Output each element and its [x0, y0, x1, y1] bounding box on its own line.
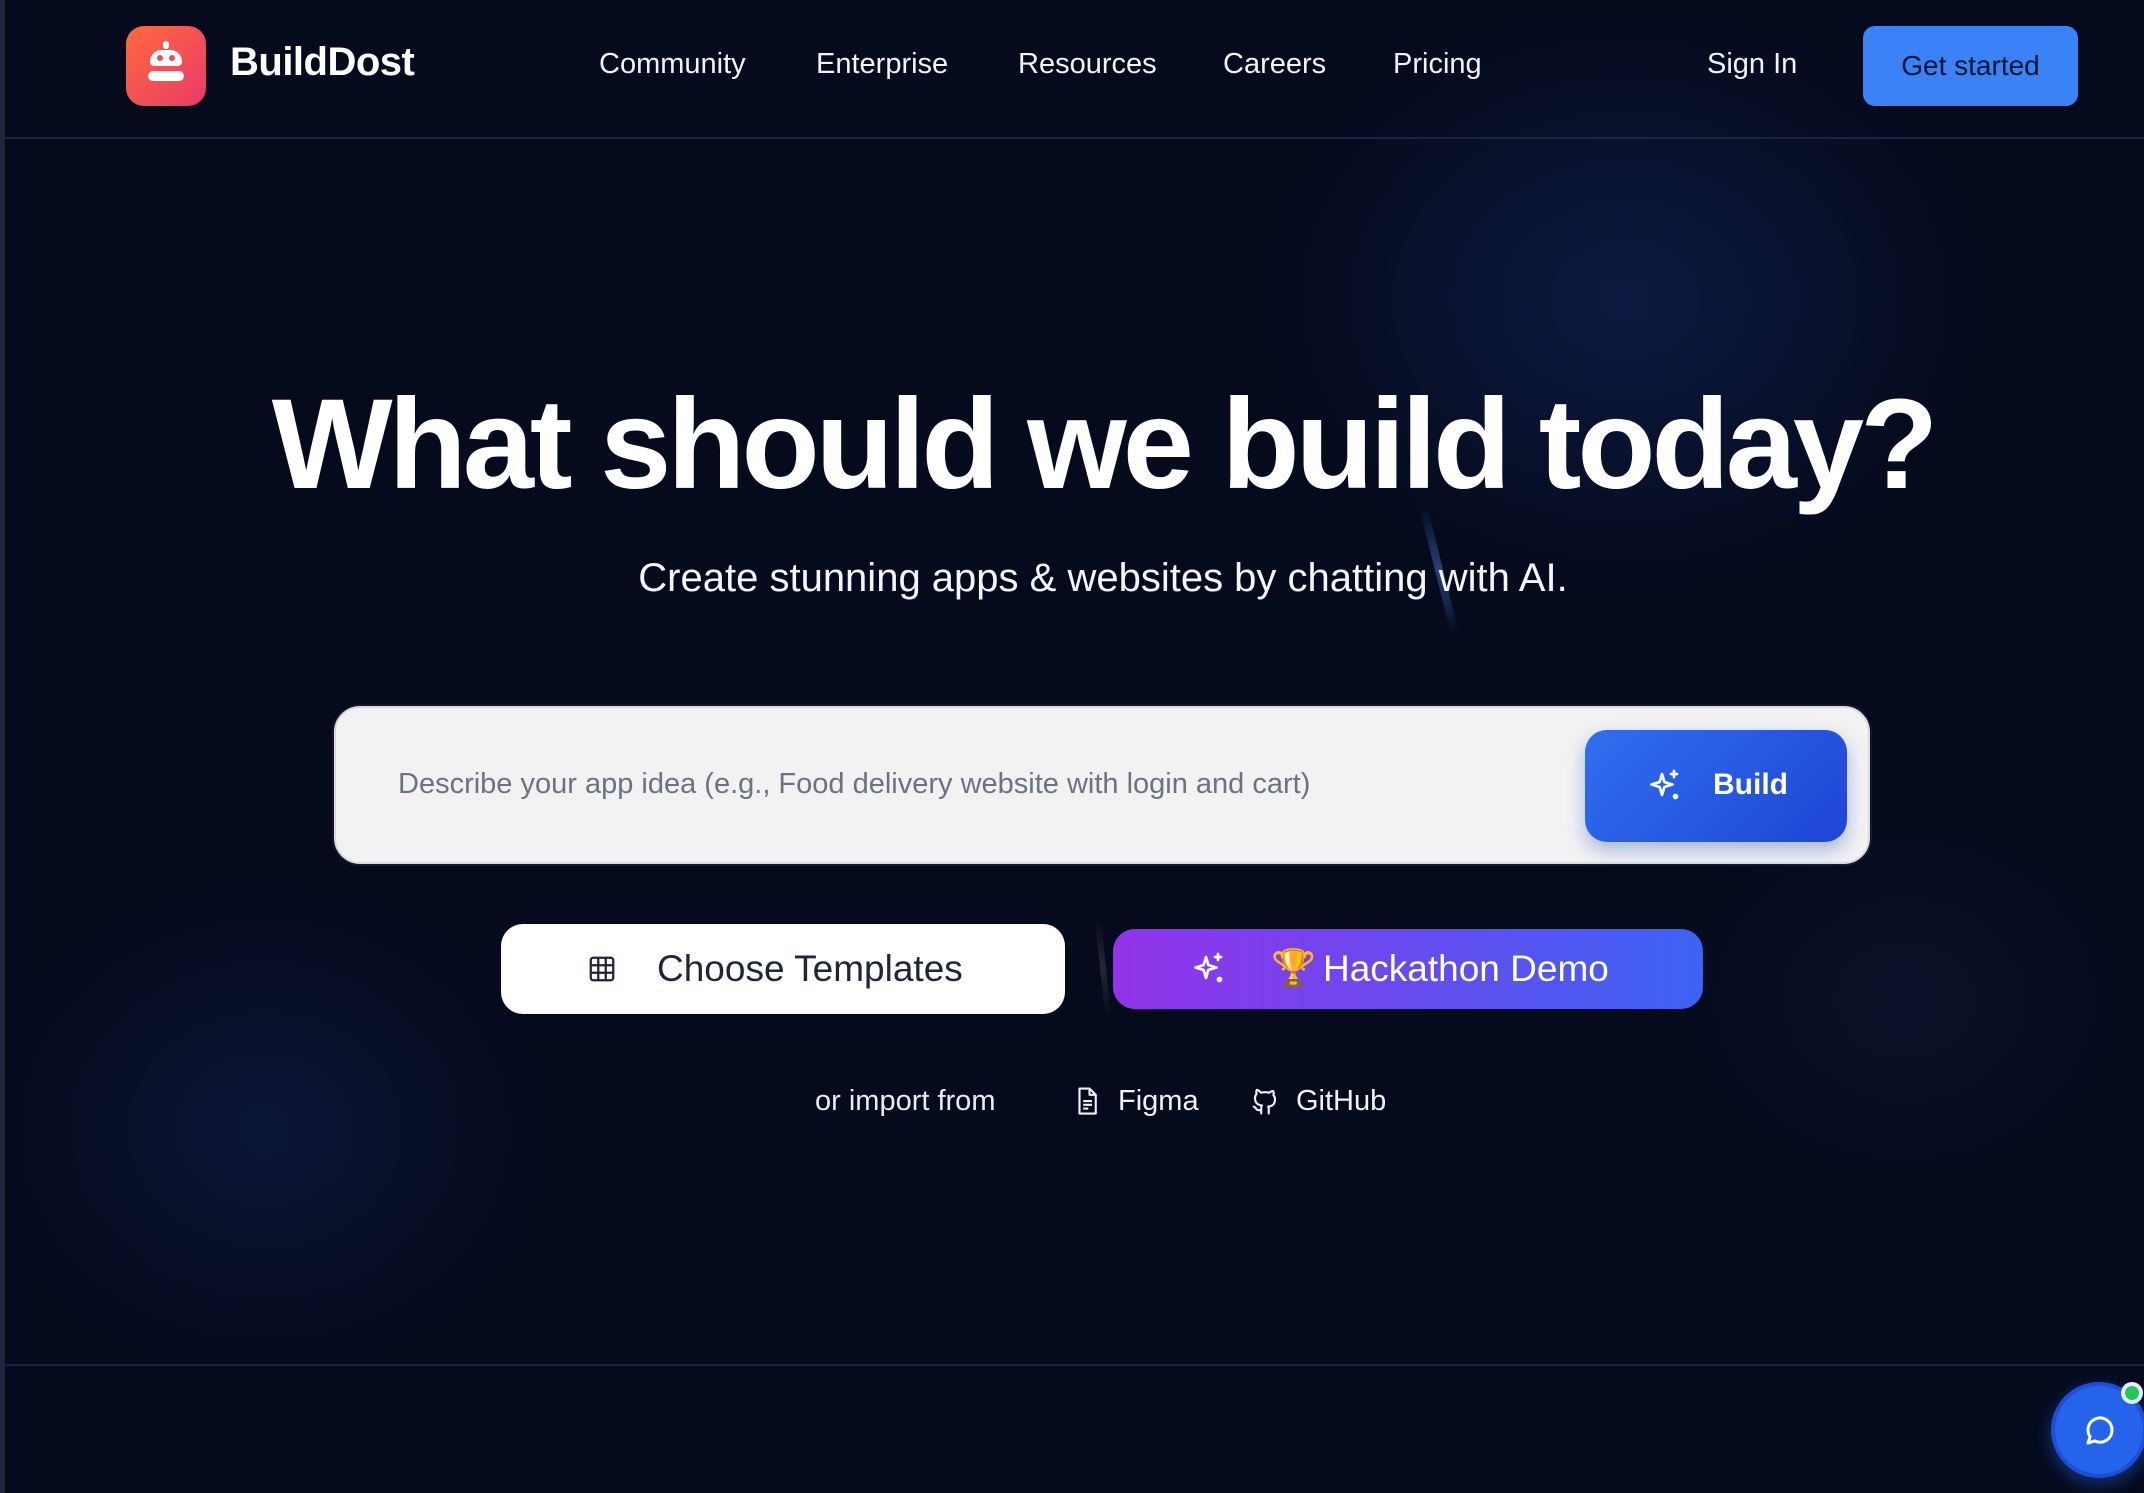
hackathon-demo-label: Hackathon Demo	[1323, 948, 1609, 989]
sparkles-icon	[1650, 769, 1679, 800]
chat-bubble-icon	[2086, 1416, 2114, 1445]
choose-templates-button[interactable]: Choose Templates	[501, 924, 1065, 1014]
app-idea-input[interactable]	[398, 754, 1598, 814]
decorative-streak	[1094, 917, 1112, 1019]
grid-icon	[589, 956, 615, 982]
sparkles-icon	[1194, 952, 1223, 983]
trophy-icon: 🏆	[1271, 947, 1316, 988]
choose-templates-label: Choose Templates	[657, 948, 963, 989]
import-figma-link[interactable]: Figma	[1072, 1083, 1212, 1119]
build-label: Build	[1713, 768, 1788, 801]
brand-name[interactable]: BuildDost	[230, 40, 415, 85]
online-status-dot	[2121, 1382, 2143, 1404]
file-icon	[1078, 1087, 1097, 1115]
github-icon	[1252, 1088, 1277, 1115]
nav-resources[interactable]: Resources	[1018, 48, 1157, 81]
github-label: GitHub	[1296, 1085, 1387, 1117]
import-label: or import from	[815, 1085, 996, 1117]
section-divider	[5, 1364, 2144, 1366]
top-navbar: BuildDost Community Enterprise Resources…	[5, 0, 2144, 139]
hackathon-demo-button[interactable]: 🏆 Hackathon Demo	[1113, 929, 1703, 1009]
page: BuildDost Community Enterprise Resources…	[0, 0, 2144, 1493]
robot-icon[interactable]	[126, 26, 206, 106]
prompt-box: Build	[334, 706, 1870, 864]
build-button[interactable]: Build	[1585, 730, 1847, 842]
nav-community[interactable]: Community	[599, 48, 746, 81]
sign-in-link[interactable]: Sign In	[1707, 48, 1797, 81]
nav-pricing[interactable]: Pricing	[1393, 48, 1482, 81]
nav-enterprise[interactable]: Enterprise	[816, 48, 948, 81]
figma-label: Figma	[1118, 1085, 1199, 1117]
nav-careers[interactable]: Careers	[1223, 48, 1326, 81]
hero-subtitle: Create stunning apps & websites by chatt…	[638, 556, 1568, 600]
hero-title: What should we build today?	[271, 373, 1939, 516]
get-started-button[interactable]: Get started	[1863, 26, 2078, 106]
import-github-link[interactable]: GitHub	[1250, 1083, 1420, 1119]
